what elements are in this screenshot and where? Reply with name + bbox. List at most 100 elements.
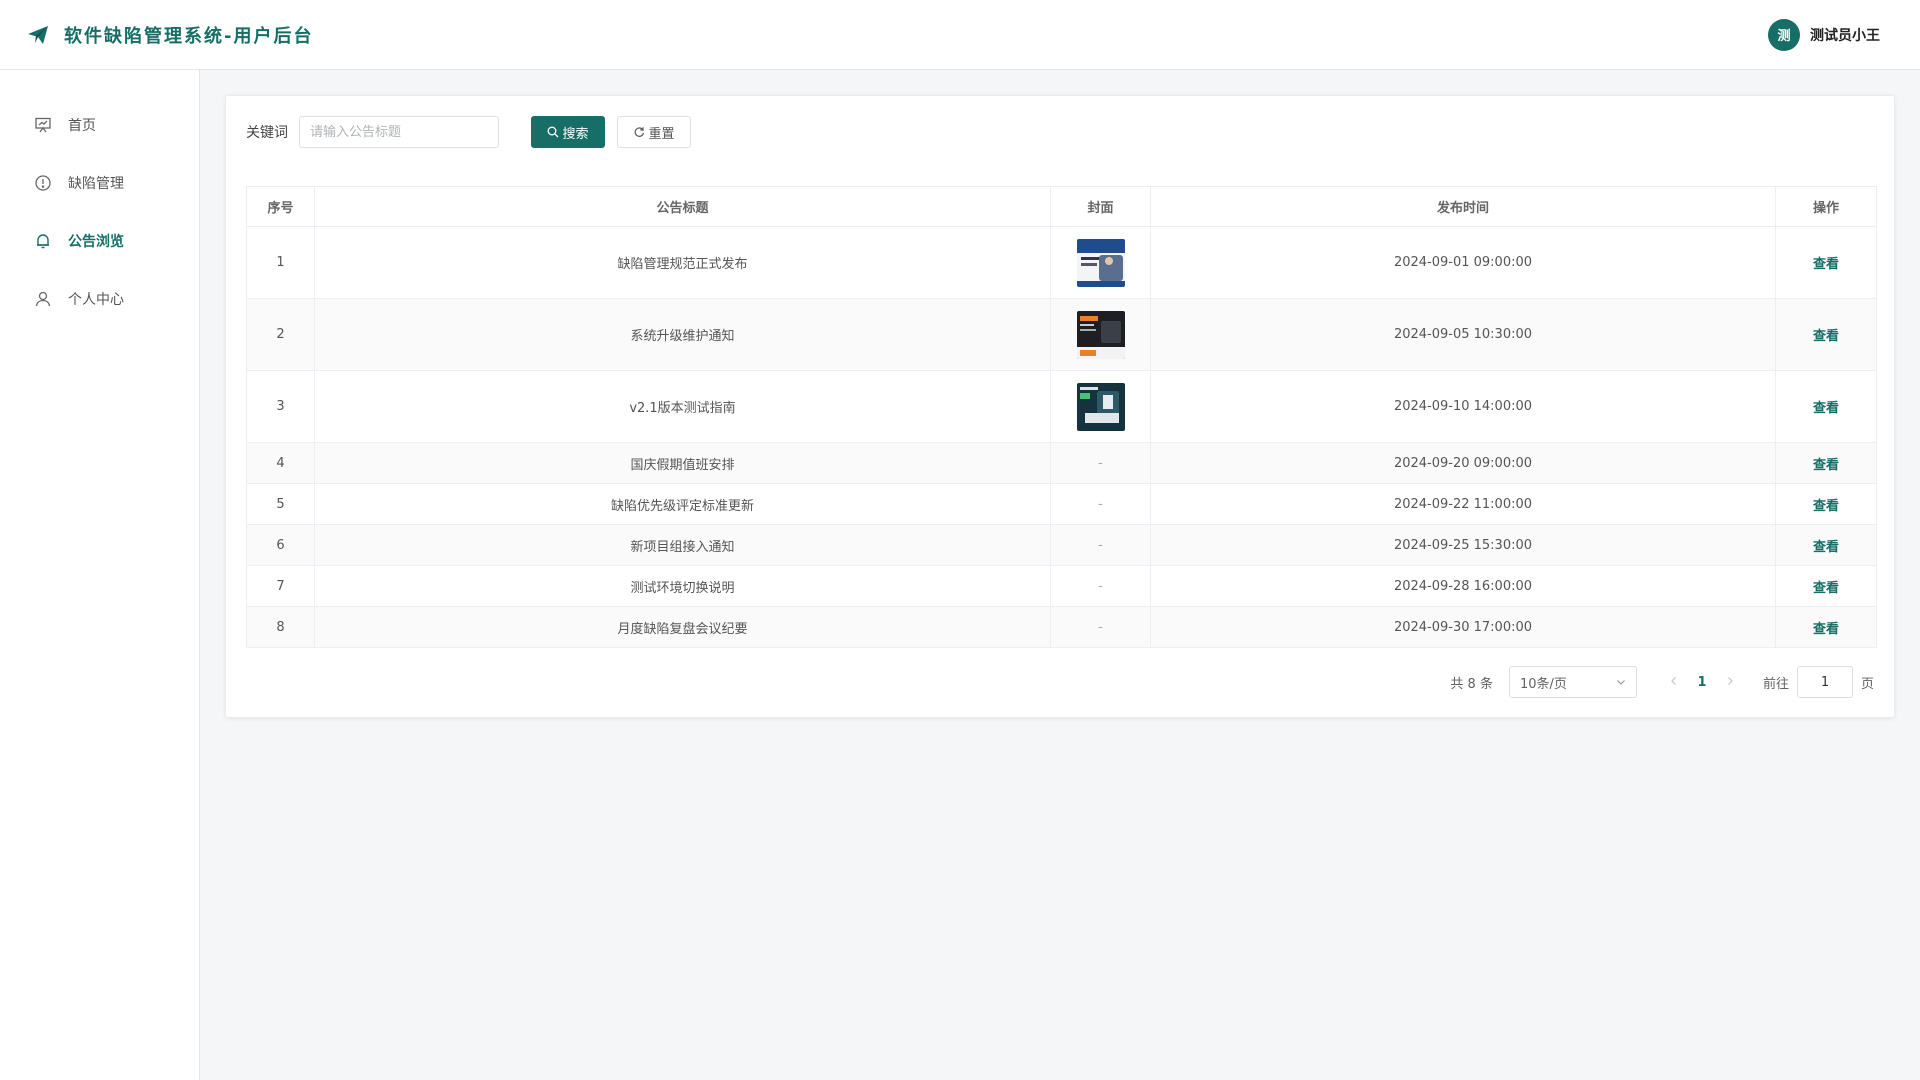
row-index: 2 (246, 298, 315, 371)
refresh-icon (635, 127, 645, 137)
app-title: 软件缺陷管理系统-用户后台 (64, 25, 314, 47)
page-size-value: 10条/页 (1519, 676, 1567, 692)
row-index: 3 (246, 370, 315, 443)
cover-thumbnail-image[interactable] (1076, 310, 1125, 359)
table-row: 1 缺陷管理规范正式发布 2024-09-01 09:00:00 查看 (246, 226, 1877, 299)
cover-cell (1050, 226, 1151, 299)
view-link[interactable]: 查看 (1813, 458, 1839, 473)
sidebar-item-label: 公告浏览 (68, 234, 124, 250)
row-action-cell: 查看 (1775, 606, 1877, 648)
column-header-time: 发布时间 (1150, 186, 1776, 227)
row-action-cell: 查看 (1775, 226, 1877, 299)
column-header-cover: 封面 (1050, 186, 1151, 227)
view-link[interactable]: 查看 (1813, 581, 1839, 596)
table-row: 8 月度缺陷复盘会议纪要 - 2024-09-30 17:00:00 查看 (246, 606, 1877, 648)
row-title: 缺陷优先级评定标准更新 (314, 483, 1051, 525)
row-cover-empty: - (1050, 606, 1151, 648)
row-action-cell: 查看 (1775, 483, 1877, 525)
row-title: 系统升级维护通知 (314, 298, 1051, 371)
reset-button[interactable]: 重置 (617, 116, 691, 148)
chevron-right-icon (1728, 676, 1733, 685)
row-action-cell: 查看 (1775, 565, 1877, 607)
view-link[interactable]: 查看 (1813, 540, 1839, 555)
row-time: 2024-09-25 15:30:00 (1150, 524, 1776, 566)
row-cover-empty: - (1050, 524, 1151, 566)
search-button-label: 搜索 (562, 126, 589, 142)
row-action-cell: 查看 (1775, 370, 1877, 443)
view-link[interactable]: 查看 (1813, 401, 1839, 416)
column-header-action: 操作 (1775, 186, 1877, 227)
sidebar-item-announcements[interactable]: 公告浏览 (0, 212, 199, 270)
row-index: 6 (246, 524, 315, 566)
row-cover-empty: - (1050, 483, 1151, 525)
row-time: 2024-09-05 10:30:00 (1150, 298, 1776, 371)
alert-circle-icon (34, 174, 52, 192)
page-jump-input[interactable] (1796, 666, 1853, 698)
user-icon (34, 290, 52, 308)
jump-label: 前往 (1762, 676, 1789, 692)
row-time: 2024-09-10 14:00:00 (1150, 370, 1776, 443)
sidebar-item-profile[interactable]: 个人中心 (0, 270, 199, 328)
paper-plane-icon (28, 25, 48, 44)
search-button[interactable]: 搜索 (531, 116, 605, 148)
announcement-card: 关键词 搜索 重置 序号 公告标题 封面 发布时间 (225, 95, 1895, 718)
prev-page-button[interactable] (1661, 675, 1687, 690)
row-title: 月度缺陷复盘会议纪要 (314, 606, 1051, 648)
cover-thumbnail-image[interactable] (1076, 238, 1125, 287)
username[interactable]: 测试员小王 (1810, 25, 1880, 45)
total-count: 共 8 条 (1450, 676, 1493, 692)
row-cover-empty: - (1050, 565, 1151, 607)
table-row: 2 系统升级维护通知 2024-09-05 10:30:00 查看 (246, 298, 1877, 371)
search-icon (548, 126, 559, 138)
next-page-button[interactable] (1717, 675, 1743, 690)
row-index: 1 (246, 226, 315, 299)
table-row: 6 新项目组接入通知 - 2024-09-25 15:30:00 查看 (246, 524, 1877, 566)
search-input[interactable] (299, 116, 499, 148)
bell-icon (34, 232, 52, 250)
sidebar: 首页 缺陷管理 公告浏览 个人中心 (0, 70, 200, 1080)
row-index: 7 (246, 565, 315, 607)
presentation-board-icon (34, 116, 52, 134)
search-bar: 关键词 搜索 重置 (246, 116, 691, 148)
sidebar-item-home[interactable]: 首页 (0, 96, 199, 154)
row-title: 新项目组接入通知 (314, 524, 1051, 566)
table-header-row: 序号 公告标题 封面 发布时间 操作 (246, 186, 1877, 227)
sidebar-item-label: 首页 (68, 118, 96, 134)
announcement-table: 序号 公告标题 封面 发布时间 操作 1 缺陷管理规范正式发布 2024-09-… (246, 186, 1877, 648)
page-number-current[interactable]: 1 (1687, 675, 1717, 690)
cover-thumbnail-image[interactable] (1076, 382, 1125, 431)
sidebar-item-defects[interactable]: 缺陷管理 (0, 154, 199, 212)
view-link[interactable]: 查看 (1813, 257, 1839, 272)
row-time: 2024-09-01 09:00:00 (1150, 226, 1776, 299)
view-link[interactable]: 查看 (1813, 499, 1839, 514)
view-link[interactable]: 查看 (1813, 329, 1839, 344)
pagination: 共 8 条 10条/页 1 前往 页 (1450, 666, 1874, 698)
table-row: 4 国庆假期值班安排 - 2024-09-20 09:00:00 查看 (246, 442, 1877, 484)
chevron-left-icon (1671, 676, 1676, 685)
row-title: 缺陷管理规范正式发布 (314, 226, 1051, 299)
page-size-select[interactable]: 10条/页 (1508, 666, 1637, 698)
user-menu[interactable]: 测 测试员小王 (1768, 18, 1880, 51)
row-action-cell: 查看 (1775, 524, 1877, 566)
cover-cell (1050, 298, 1151, 371)
row-index: 4 (246, 442, 315, 484)
top-header: 软件缺陷管理系统-用户后台 测 测试员小王 (0, 0, 1920, 70)
keyword-label: 关键词 (246, 125, 288, 141)
row-index: 5 (246, 483, 315, 525)
row-time: 2024-09-20 09:00:00 (1150, 442, 1776, 484)
row-time: 2024-09-28 16:00:00 (1150, 565, 1776, 607)
view-link[interactable]: 查看 (1813, 622, 1839, 637)
page-suffix: 页 (1860, 676, 1874, 692)
table-row: 3 v2.1版本测试指南 2024-09-10 14:00:00 查看 (246, 370, 1877, 443)
row-cover-empty: - (1050, 442, 1151, 484)
avatar[interactable]: 测 (1768, 18, 1800, 51)
row-title: v2.1版本测试指南 (314, 370, 1051, 443)
row-time: 2024-09-22 11:00:00 (1150, 483, 1776, 525)
sidebar-item-label: 缺陷管理 (68, 176, 124, 192)
column-header-title: 公告标题 (314, 186, 1051, 227)
chevron-down-icon (1617, 680, 1625, 685)
column-header-index: 序号 (246, 186, 315, 227)
row-time: 2024-09-30 17:00:00 (1150, 606, 1776, 648)
sidebar-item-label: 个人中心 (68, 292, 124, 308)
row-index: 8 (246, 606, 315, 648)
